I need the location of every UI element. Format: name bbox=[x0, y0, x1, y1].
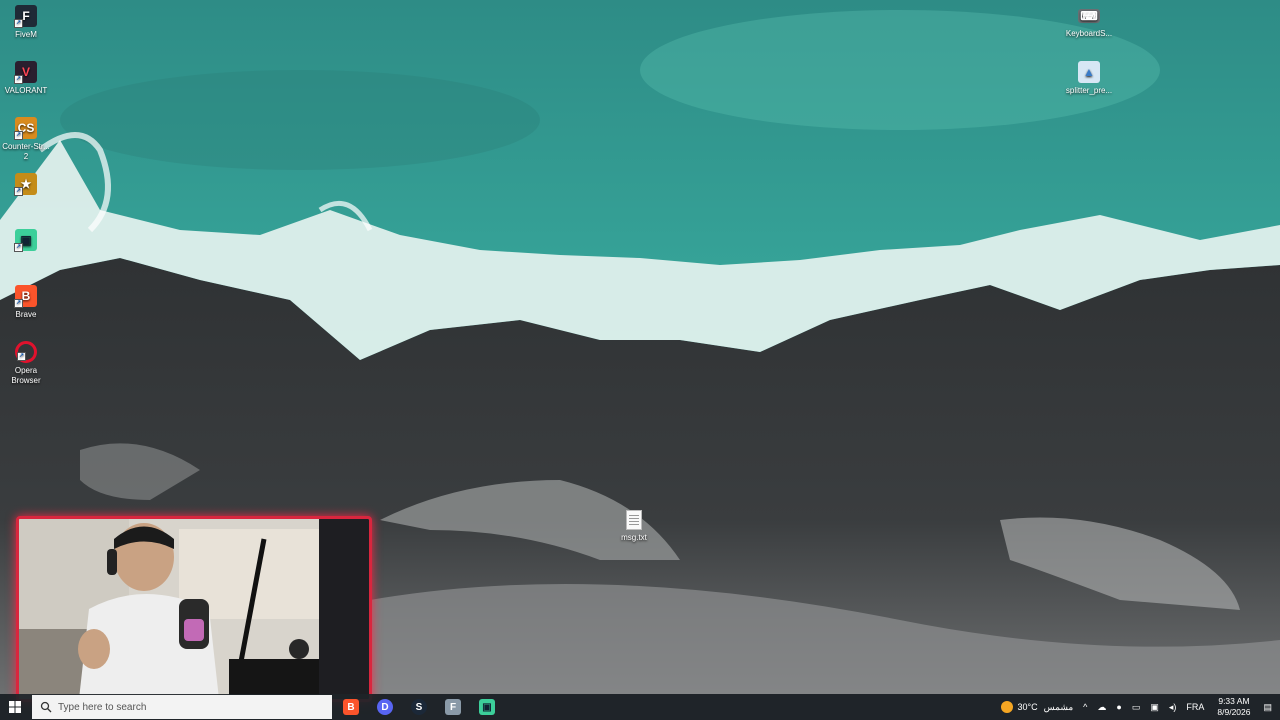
counter-strike-icon: CS ↗ bbox=[14, 117, 37, 140]
chevron-up-icon: ^ bbox=[1083, 702, 1088, 712]
desktop-icon-brave[interactable]: B ↗ Brave bbox=[0, 285, 52, 320]
search-icon bbox=[40, 701, 52, 713]
volume-icon: ◂) bbox=[1168, 701, 1177, 712]
brave-taskbar-icon: B bbox=[343, 699, 359, 715]
taskbar-app-steam[interactable]: S bbox=[404, 694, 434, 720]
microphone-icon: ● bbox=[1116, 702, 1122, 712]
usb-icon: ▭ bbox=[1131, 701, 1141, 712]
brave-icon: B ↗ bbox=[14, 285, 37, 308]
chat-app-icon: ▣ ↗ bbox=[14, 229, 37, 252]
sun-icon bbox=[1000, 701, 1013, 713]
taskbar-app-files[interactable]: F bbox=[438, 694, 468, 720]
chat-taskbar-icon: ▣ bbox=[479, 699, 495, 715]
desktop-icon-label: KeyboardS... bbox=[1065, 29, 1113, 38]
taskbar: Type here to search B D S F ▣ 30°C مشمس … bbox=[0, 694, 1280, 720]
discord-taskbar-icon: D bbox=[377, 699, 393, 715]
keyboard-settings-icon: ⌨ bbox=[1078, 9, 1100, 23]
taskbar-app-chat[interactable]: ▣ bbox=[472, 694, 502, 720]
file-taskbar-icon: F bbox=[445, 699, 461, 715]
microphone-tray-button[interactable]: ● bbox=[1116, 702, 1121, 712]
desktop-icon-splitter[interactable]: ▲ splitter_pre... bbox=[1063, 61, 1115, 96]
taskbar-clock[interactable]: 9:33 AM 8/9/2026 bbox=[1217, 696, 1250, 718]
weather-temp: 30°C bbox=[1017, 702, 1038, 712]
notification-center-button[interactable]: ▤ bbox=[1263, 702, 1272, 713]
notification-icon: ▤ bbox=[1263, 701, 1272, 712]
desktop-icon-opera[interactable]: ↗ Opera Browser bbox=[0, 341, 52, 386]
system-tray: 30°C مشمس ^ ☁ ● ▭ ▣ ◂) FRA 9:33 AM 8/9/2… bbox=[996, 694, 1280, 720]
desktop-file-label: msg.txt bbox=[621, 533, 647, 542]
desktop-icon-valorant[interactable]: V ↗ VALORANT bbox=[0, 61, 52, 96]
desktop-icon-keyboard-settings[interactable]: ⌨ KeyboardS... bbox=[1063, 5, 1115, 39]
valorant-icon: V ↗ bbox=[14, 61, 37, 84]
desktop-icon-chat-app[interactable]: ▣ ↗ bbox=[0, 229, 52, 254]
network-icon: ▣ bbox=[1150, 701, 1159, 712]
desktop-icon-label: splitter_pre... bbox=[1065, 86, 1113, 95]
usb-tray-button[interactable]: ▭ bbox=[1132, 702, 1141, 713]
taskbar-app-brave[interactable]: B bbox=[336, 694, 366, 720]
desktop-icon-fivem[interactable]: F ↗ FiveM bbox=[0, 5, 52, 40]
language-label: FRA bbox=[1186, 702, 1205, 712]
show-hidden-icons-button[interactable]: ^ bbox=[1083, 702, 1087, 712]
desktop-file-msg-txt[interactable]: msg.txt bbox=[612, 510, 656, 542]
cloud-icon: ☁ bbox=[1097, 701, 1107, 712]
search-placeholder: Type here to search bbox=[58, 701, 147, 713]
desktop-icon-label: Opera Browser bbox=[11, 366, 41, 385]
volume-tray-button[interactable]: ◂) bbox=[1169, 702, 1177, 713]
weather-desc: مشمس bbox=[1043, 701, 1074, 712]
language-indicator[interactable]: FRA bbox=[1186, 702, 1204, 712]
desktop-icon-label: FiveM bbox=[15, 30, 37, 39]
start-button[interactable] bbox=[0, 694, 30, 720]
desktop-icon-label: VALORANT bbox=[4, 86, 48, 95]
webcam-overlay bbox=[16, 516, 372, 702]
text-file-icon bbox=[626, 510, 642, 530]
clock-date: 8/9/2026 bbox=[1217, 707, 1251, 717]
taskbar-search-box[interactable]: Type here to search bbox=[32, 695, 332, 719]
desktop-icon-label: Brave bbox=[15, 310, 37, 319]
game-icon: ★ ↗ bbox=[14, 173, 37, 196]
tray-app-icon[interactable]: ☁ bbox=[1097, 702, 1106, 713]
image-file-icon: ▲ bbox=[1078, 61, 1100, 83]
desktop-icon-game[interactable]: ★ ↗ bbox=[0, 173, 52, 198]
desktop-icon-label: Counter-Str... 2 bbox=[2, 142, 50, 161]
steam-taskbar-icon: S bbox=[411, 699, 427, 715]
weather-widget[interactable]: 30°C مشمس bbox=[1000, 701, 1074, 713]
desktop-icon-counter-strike[interactable]: CS ↗ Counter-Str... 2 bbox=[0, 117, 52, 162]
opera-icon: ↗ bbox=[15, 341, 37, 363]
clock-time: 9:33 AM bbox=[1218, 696, 1250, 706]
network-tray-button[interactable]: ▣ bbox=[1150, 702, 1159, 713]
taskbar-app-discord[interactable]: D bbox=[370, 694, 400, 720]
fivem-icon: F ↗ bbox=[14, 5, 37, 28]
windows-logo-icon bbox=[9, 701, 21, 713]
